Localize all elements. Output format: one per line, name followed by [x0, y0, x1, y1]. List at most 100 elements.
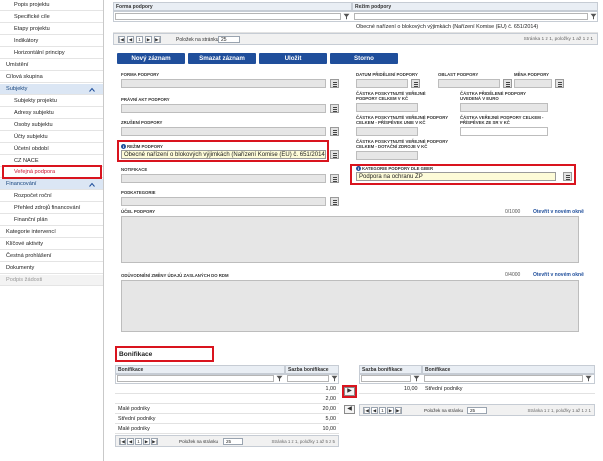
- pager-per-page-label: Položek na stránku: [424, 408, 464, 413]
- zruseni-podpory-label: ZRUŠENÍ PODPORY: [121, 120, 163, 125]
- pager-last-button[interactable]: ▶|: [151, 438, 158, 445]
- list-icon[interactable]: [330, 197, 339, 206]
- list-icon[interactable]: [330, 104, 339, 113]
- grid-header-bonifikace[interactable]: Bonifikace: [422, 365, 595, 374]
- pager-prev-button[interactable]: ◀: [127, 438, 134, 445]
- filter-input-forma-podpory[interactable]: [115, 13, 341, 20]
- sidebar-item-rozpocet-rocni[interactable]: Rozpočet roční: [0, 191, 103, 202]
- pager-per-page-select[interactable]: 25: [218, 36, 240, 43]
- highlight-kategorie-gber: [350, 164, 576, 185]
- sidebar-item-cilova-skupina[interactable]: Cílová skupina: [0, 72, 103, 83]
- pager-prev-button[interactable]: ◀: [127, 36, 134, 43]
- pager-info: Stránka 1 z 1, položky 1 až 5 z 5: [271, 439, 335, 444]
- pager-first-button[interactable]: |◀: [119, 438, 126, 445]
- zruseni-podpory-field: [121, 127, 326, 136]
- pager-per-page-select[interactable]: 25: [467, 407, 487, 414]
- grid-header-sazba[interactable]: Sazba bonifikace: [285, 365, 339, 374]
- filter-input-sazba[interactable]: [361, 375, 411, 382]
- filter-input-sazba[interactable]: [287, 375, 329, 382]
- table-row[interactable]: 1,00: [115, 384, 339, 394]
- pager-page-number[interactable]: 1: [136, 36, 143, 43]
- pager-next-button[interactable]: ▶: [145, 36, 152, 43]
- pager-top-grid: |◀ ◀ 1 ▶ ▶| Položek na stránku 25 Stránk…: [113, 33, 598, 45]
- highlight-move-right: [342, 385, 357, 398]
- podkategorie-label: PODKATEGORIE: [121, 190, 156, 195]
- sidebar-item-osoby-subjektu[interactable]: Osoby subjektu: [0, 120, 103, 131]
- sidebar-item-financovani[interactable]: Financování: [0, 179, 103, 190]
- table-row[interactable]: Malé podniky 20,00: [115, 404, 339, 414]
- pager-per-page-select[interactable]: 25: [223, 438, 243, 445]
- notifikace-field: [121, 174, 326, 183]
- grid-header-forma-podpory[interactable]: Forma podpory: [113, 2, 352, 11]
- sidebar-item-podpis-zadosti[interactable]: Podpis žádosti: [0, 275, 103, 286]
- oduvodneni-open-window-link[interactable]: Otevřít v novém okně: [533, 272, 584, 278]
- sidebar-item-subjekty[interactable]: Subjekty: [0, 84, 103, 95]
- pager-last-button[interactable]: ▶|: [154, 36, 161, 43]
- table-row[interactable]: Střední podniky 5,00: [115, 414, 339, 424]
- sidebar-item-popis-projektu[interactable]: Popis projektu: [0, 0, 103, 11]
- pager-next-button[interactable]: ▶: [387, 407, 394, 414]
- sidebar-item-indikatory[interactable]: Indikátory: [0, 36, 103, 47]
- sidebar-item-financni-plan[interactable]: Finanční plán: [0, 215, 103, 226]
- table-row[interactable]: 2,00: [115, 394, 339, 404]
- list-icon[interactable]: [330, 174, 339, 183]
- delete-record-button[interactable]: Smazat záznam: [188, 53, 256, 64]
- filter-input-rezim-podpory[interactable]: [354, 13, 588, 20]
- sidebar-item-dokumenty[interactable]: Dokumenty: [0, 263, 103, 274]
- sidebar-item-specificke-cile[interactable]: Specifické cíle: [0, 12, 103, 23]
- grid-header-sazba[interactable]: Sazba bonifikace: [359, 365, 422, 374]
- new-record-button[interactable]: Nový záznam: [117, 53, 185, 64]
- castka-dotacni-label: ČÁSTKA POSKYTNUTÉ VEŘEJNÉ PODPORY CELKEM…: [356, 139, 449, 149]
- sidebar-item-kategorie-intervenci[interactable]: Kategorie intervencí: [0, 227, 103, 238]
- filter-icon[interactable]: [331, 375, 338, 382]
- sidebar-item-prehled-zdroju[interactable]: Přehled zdrojů financování: [0, 203, 103, 214]
- pager-first-button[interactable]: |◀: [363, 407, 370, 414]
- pager-per-page-label: Položek na stránku: [176, 37, 219, 43]
- oduvodneni-label: ODŮVODNĚNÍ ZMĚNY ÚDAJŮ ZASLANÝCH DO RDM: [121, 273, 229, 278]
- table-row[interactable]: Malé podniky 10,00: [115, 424, 339, 434]
- table-row[interactable]: Obecné nařízení o blokových výjimkách (N…: [113, 22, 598, 33]
- pager-prev-button[interactable]: ◀: [371, 407, 378, 414]
- save-button[interactable]: Uložit: [259, 53, 327, 64]
- filter-icon[interactable]: [590, 13, 597, 20]
- filter-input-bonifikace[interactable]: [117, 375, 274, 382]
- sidebar-item-cestna-prohlaseni[interactable]: Čestná prohlášení: [0, 251, 103, 262]
- sidebar-item-subjekty-projektu[interactable]: Subjekty projektu: [0, 96, 103, 107]
- ucel-char-counter: 0/1000: [505, 209, 521, 215]
- list-icon[interactable]: [330, 79, 339, 88]
- grid-header-bonifikace[interactable]: Bonifikace: [115, 365, 285, 374]
- table-row[interactable]: 10,00 Střední podniky: [359, 384, 595, 394]
- list-icon[interactable]: [503, 79, 512, 88]
- grid-header-rezim-podpory[interactable]: Režim podpory: [352, 2, 598, 11]
- pager-first-button[interactable]: |◀: [118, 36, 125, 43]
- castka-sr-field[interactable]: [460, 127, 548, 136]
- castka-sr-label: ČÁSTKA VEŘEJNÉ PODPORY CELKEM - PŘÍSPĚVE…: [460, 115, 544, 125]
- pager-page-number[interactable]: 1: [379, 407, 386, 414]
- ucel-open-window-link[interactable]: Otevřít v novém okně: [533, 209, 584, 215]
- mena-podpory-label: MĚNA PODPORY: [514, 72, 550, 77]
- sidebar-item-horizontalni-principy[interactable]: Horizontální principy: [0, 48, 103, 59]
- filter-icon[interactable]: [585, 375, 592, 382]
- filter-icon[interactable]: [343, 13, 350, 20]
- list-icon[interactable]: [330, 150, 339, 159]
- calendar-icon[interactable]: [411, 79, 420, 88]
- sidebar-item-adresy-subjektu[interactable]: Adresy subjektu: [0, 108, 103, 119]
- list-icon[interactable]: [330, 127, 339, 136]
- list-icon[interactable]: [555, 79, 564, 88]
- filter-icon[interactable]: [276, 375, 283, 382]
- pager-page-number[interactable]: 1: [135, 438, 142, 445]
- sidebar-item-umisteni[interactable]: Umístění: [0, 60, 103, 71]
- filter-input-bonifikace[interactable]: [424, 375, 583, 382]
- sidebar-item-ucetni-obdobi[interactable]: Účetní období: [0, 144, 103, 155]
- sidebar-item-klicove-aktivity[interactable]: Klíčové aktivity: [0, 239, 103, 250]
- column-label: Forma podpory: [116, 4, 153, 10]
- cancel-button[interactable]: Storno: [330, 53, 398, 64]
- pager-next-button[interactable]: ▶: [143, 438, 150, 445]
- sidebar-item-label: Financování: [6, 181, 37, 187]
- pager-last-button[interactable]: ▶|: [395, 407, 402, 414]
- move-left-button[interactable]: ◀: [344, 405, 355, 414]
- pager-info: Stránka 1 z 1, položky 1 až 1 z 1: [527, 408, 591, 413]
- sidebar-item-ucty-subjektu[interactable]: Účty subjektu: [0, 132, 103, 143]
- sidebar-item-etapy-projektu[interactable]: Etapy projektu: [0, 24, 103, 35]
- filter-icon[interactable]: [413, 375, 420, 382]
